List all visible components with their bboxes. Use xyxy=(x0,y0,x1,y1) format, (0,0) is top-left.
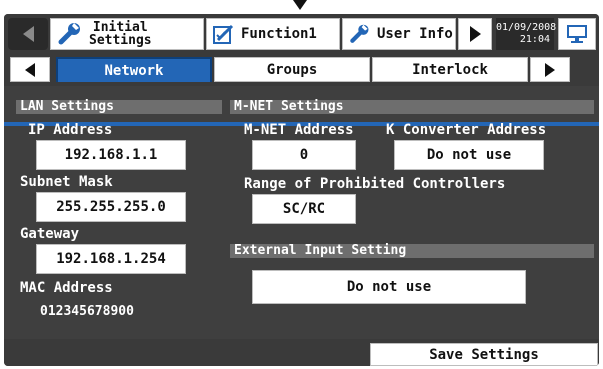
ip-address-button[interactable]: 192.168.1.1 xyxy=(36,140,186,170)
monitor-icon xyxy=(567,25,587,43)
mac-address-value: 012345678900 xyxy=(40,304,134,319)
back-button[interactable] xyxy=(8,18,48,50)
triangle-left-icon xyxy=(22,26,34,42)
tab-interlock-label: Interlock xyxy=(412,61,488,78)
k-converter-label: K Converter Address xyxy=(386,122,547,138)
next-tab-button[interactable] xyxy=(458,18,492,50)
pencil-check-icon xyxy=(213,24,234,44)
date-time-display: 01/09/2008 21:04 xyxy=(496,18,557,50)
sub-tab-bar: Network Groups Interlock xyxy=(4,54,599,126)
tab-initial-settings[interactable]: Initial Settings xyxy=(50,18,204,50)
tab-user-info-label: User Info xyxy=(377,26,453,42)
subnet-mask-button[interactable]: 255.255.255.0 xyxy=(36,192,186,222)
sub-prev-button[interactable] xyxy=(10,57,50,82)
k-converter-button[interactable]: Do not use xyxy=(394,140,544,170)
tab-initial-line2: Settings xyxy=(89,33,152,48)
tab-interlock[interactable]: Interlock xyxy=(372,57,528,82)
tab-user-info[interactable]: User Info xyxy=(342,18,456,50)
tab-groups-label: Groups xyxy=(266,61,318,78)
ip-address-label: IP Address xyxy=(28,122,113,138)
date-text: 01/09/2008 xyxy=(496,22,557,33)
time-text: 21:04 xyxy=(519,34,550,45)
range-prohibited-button[interactable]: SC/RC xyxy=(252,194,356,224)
save-settings-button[interactable]: Save Settings xyxy=(370,343,598,366)
app-frame: Initial Settings Function1 User Info 01/… xyxy=(4,14,599,366)
tab-network[interactable]: Network xyxy=(56,57,212,82)
gateway-button[interactable]: 192.168.1.254 xyxy=(36,244,186,274)
tab-initial-settings-label: Initial Settings xyxy=(89,21,152,47)
top-bar: Initial Settings Function1 User Info 01/… xyxy=(4,14,599,54)
top-pointer-icon xyxy=(293,0,307,10)
mnet-settings-header: M-NET Settings xyxy=(230,100,594,114)
tab-network-label: Network xyxy=(104,62,164,79)
triangle-right-icon xyxy=(469,26,481,42)
mac-address-label: MAC Address xyxy=(20,280,113,296)
wrench-icon xyxy=(58,23,80,45)
range-prohibited-label: Range of Prohibited Controllers xyxy=(244,176,506,192)
triangle-right-icon xyxy=(545,62,555,77)
gateway-label: Gateway xyxy=(20,226,80,242)
lan-settings-header: LAN Settings xyxy=(16,100,222,114)
mnet-address-button[interactable]: 0 xyxy=(252,140,356,170)
subnet-mask-label: Subnet Mask xyxy=(20,174,113,190)
mnet-address-label: M-NET Address xyxy=(244,122,354,138)
tab-function1[interactable]: Function1 xyxy=(206,18,340,50)
triangle-left-icon xyxy=(25,62,35,77)
external-input-button[interactable]: Do not use xyxy=(252,270,526,304)
sub-next-button[interactable] xyxy=(530,57,570,82)
wrench-icon xyxy=(350,24,369,43)
tab-function1-label: Function1 xyxy=(241,26,317,42)
monitor-button[interactable] xyxy=(558,18,596,50)
tab-groups[interactable]: Groups xyxy=(214,57,370,82)
external-input-header: External Input Setting xyxy=(230,244,594,258)
